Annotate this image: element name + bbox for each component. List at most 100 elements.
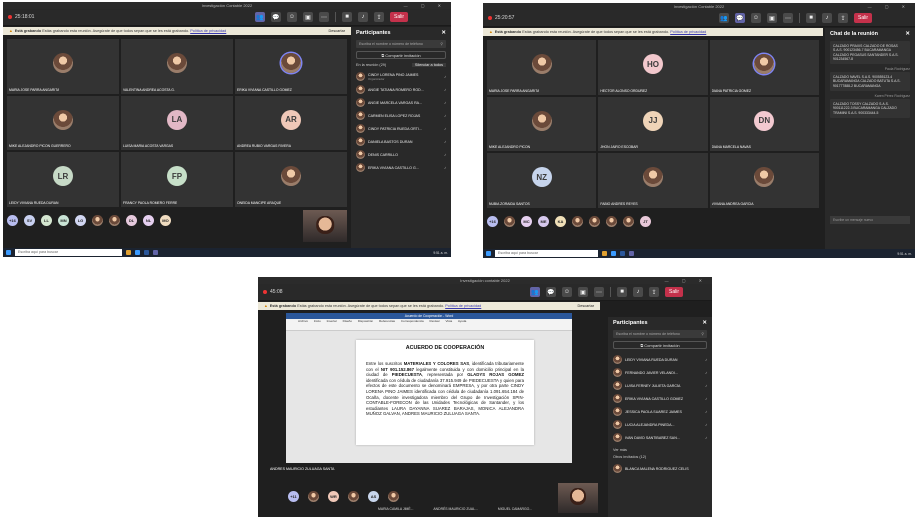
mic-icon[interactable]: ♪ (705, 383, 707, 388)
mic-icon[interactable]: ♪ (444, 87, 446, 92)
participant-row[interactable]: CINDY LORENA PINO JAIMES Organizador ♪ (356, 70, 446, 83)
strip-avatar[interactable]: MC (521, 216, 532, 227)
mic-icon[interactable]: ♪ (444, 100, 446, 105)
strip-avatar[interactable] (623, 216, 634, 227)
video-tile[interactable]: VIVIANA ANDREA GARCIA (709, 153, 819, 208)
video-tile[interactable]: DN DIANA MARCELA NAVAS (709, 96, 819, 152)
rooms-icon[interactable]: ▣ (767, 13, 777, 23)
participant-row[interactable]: IVAN DAVID SANTIBAÑEZ SAN... ♪ (613, 431, 707, 444)
strip-avatar[interactable]: JT (640, 216, 651, 227)
mic-icon[interactable]: ♪ (444, 113, 446, 118)
participant-row[interactable]: DANIELA BASTOS DURAN ♪ (356, 135, 446, 148)
dismiss-button[interactable]: Descartar (329, 27, 345, 35)
participant-row[interactable]: LUCIA ALEJANDRA PINEDA... ♪ (613, 418, 707, 431)
strip-avatar[interactable]: NL (143, 215, 154, 226)
mic-icon[interactable]: ♪ (705, 357, 707, 362)
strip-avatar[interactable] (109, 215, 120, 226)
mic-icon[interactable]: ♪ (444, 126, 446, 131)
chat-icon[interactable]: 💬 (546, 287, 556, 297)
windows-start-icon[interactable] (486, 251, 491, 256)
microphone-icon[interactable]: ♪ (822, 13, 832, 23)
video-tile[interactable]: FABIO ANDRES REYES (598, 153, 708, 208)
strip-avatar[interactable] (388, 491, 399, 502)
edge-icon[interactable] (610, 251, 616, 256)
edge-icon[interactable] (134, 250, 140, 255)
strip-avatar[interactable] (348, 491, 359, 502)
strip-avatar[interactable]: +16 (487, 216, 498, 227)
strip-avatar[interactable]: MO (160, 215, 171, 226)
share-invite-button[interactable]: ⧉ Compartir invitación (613, 341, 707, 349)
mic-icon[interactable]: ♪ (444, 152, 446, 157)
leave-button[interactable]: Salir (390, 12, 409, 22)
teams-icon[interactable] (152, 250, 158, 255)
strip-avatar[interactable]: DL (126, 215, 137, 226)
taskbar-search[interactable]: Escriba aquí para buscar (495, 250, 598, 257)
close-icon[interactable]: ✕ (702, 320, 707, 326)
chat-icon[interactable]: 💬 (271, 12, 281, 22)
video-tile[interactable]: MIKE ALEJANDRO PICON GUERRERO (7, 95, 119, 151)
strip-avatar[interactable] (606, 216, 617, 227)
video-tile[interactable]: MARIA JOSE PARRA ANGARITA (7, 39, 119, 94)
strip-avatar[interactable]: ME (538, 216, 549, 227)
share-screen-icon[interactable]: ⇪ (838, 13, 848, 23)
strip-avatar[interactable]: LL (41, 215, 52, 226)
video-tile[interactable]: LR LEIDY VIVIANA RUEDA DURAN (7, 152, 119, 207)
camera-icon[interactable]: ■ (617, 287, 627, 297)
close-icon[interactable]: ✕ (905, 31, 910, 37)
invite-input[interactable]: Escriba el nombre o número de teléfono ⚲ (356, 40, 446, 48)
participant-row[interactable]: ERIKA VIVIANA CASTILLO G... ♪ (356, 161, 446, 174)
video-tile[interactable]: JJ JHON JAIRO ESCOBAR (598, 96, 708, 152)
strip-avatar[interactable]: +11 (288, 491, 299, 502)
camera-icon[interactable]: ■ (806, 13, 816, 23)
invite-input[interactable]: Escriba el nombre o número de teléfono ⚲ (613, 330, 707, 338)
participant-row[interactable]: FERNANDO JAVIER VELANDI... ♪ (613, 366, 707, 379)
other-invitees-section[interactable]: Otros invitados (12) (613, 455, 707, 459)
microphone-icon[interactable]: ♪ (358, 12, 368, 22)
participants-icon[interactable]: 👥 (255, 12, 265, 22)
strip-avatar[interactable] (572, 216, 583, 227)
participant-row[interactable]: CARMEN ELISA LOPEZ ROJAS ♪ (356, 109, 446, 122)
privacy-policy-link[interactable]: Política de privacidad (445, 304, 481, 308)
participant-row[interactable]: LEIDY VIVIANA RUEDA DURAN ♪ (613, 353, 707, 366)
mic-icon[interactable]: ♪ (705, 370, 707, 375)
mute-all-button[interactable]: Silenciar a todos (411, 63, 446, 67)
share-screen-icon[interactable]: ⇪ (374, 12, 384, 22)
windows-start-icon[interactable] (6, 250, 11, 255)
reactions-icon[interactable]: ☺ (287, 12, 297, 22)
chat-icon[interactable]: 💬 (735, 13, 745, 23)
strip-avatar[interactable] (589, 216, 600, 227)
participant-row[interactable]: ERIKA VIVIANA CASTILLO GOMEZ ♪ (613, 392, 707, 405)
mic-icon[interactable]: ♪ (444, 165, 446, 170)
strip-avatar[interactable]: WR (328, 491, 339, 502)
strip-avatar[interactable]: +16 (7, 215, 18, 226)
file-explorer-icon[interactable] (125, 250, 131, 255)
word-icon[interactable] (619, 251, 625, 256)
share-screen-icon[interactable]: ⇪ (649, 287, 659, 297)
video-tile[interactable]: FP FRANCY PAOLA ROMERO FERRE (121, 152, 233, 207)
strip-avatar[interactable] (308, 491, 319, 502)
taskbar-search[interactable]: Escriba aquí para buscar (15, 249, 122, 256)
close-icon[interactable]: ✕ (441, 30, 446, 36)
share-invite-button[interactable]: ⧉ Compartir invitación (356, 51, 446, 59)
participant-row[interactable]: ANGIE MARCELA VARGAS RA... ♪ (356, 96, 446, 109)
video-tile[interactable]: NZ NUBIA ZORAIDA SANTOS (487, 153, 597, 208)
video-tile[interactable]: DIANA PATRICIA GOMEZ (709, 40, 819, 95)
more-actions-icon[interactable]: ⋯ (319, 12, 329, 22)
chat-compose-input[interactable]: Escribe un mensaje nuevo (830, 216, 910, 224)
camera-icon[interactable]: ■ (342, 12, 352, 22)
participants-icon[interactable]: 👥 (530, 287, 540, 297)
rooms-icon[interactable]: ▣ (578, 287, 588, 297)
privacy-policy-link[interactable]: Política de privacidad (670, 30, 706, 34)
word-icon[interactable] (143, 250, 149, 255)
more-actions-icon[interactable]: ⋯ (783, 13, 793, 23)
leave-button[interactable]: Salir (854, 13, 873, 23)
video-tile[interactable]: HO HECTOR ALONSO ORDUÑEZ (598, 40, 708, 95)
word-ribbon-tabs[interactable]: Archivo Inicio Insertar Diseño Disposici… (286, 319, 572, 324)
participant-row[interactable]: CINDY PATRICIA RUEDA ORTI... ♪ (356, 122, 446, 135)
participants-icon[interactable]: 👥 (719, 13, 729, 23)
participant-row[interactable]: LUISA FERNEY JULIETA GARCÍA ♪ (613, 379, 707, 392)
leave-button[interactable]: Salir (665, 287, 684, 297)
participant-row[interactable]: ANGIE TATIANA ROMERO ROD... ♪ (356, 83, 446, 96)
privacy-policy-link[interactable]: Política de privacidad (190, 29, 226, 33)
dismiss-button[interactable]: Descartar (578, 302, 594, 310)
